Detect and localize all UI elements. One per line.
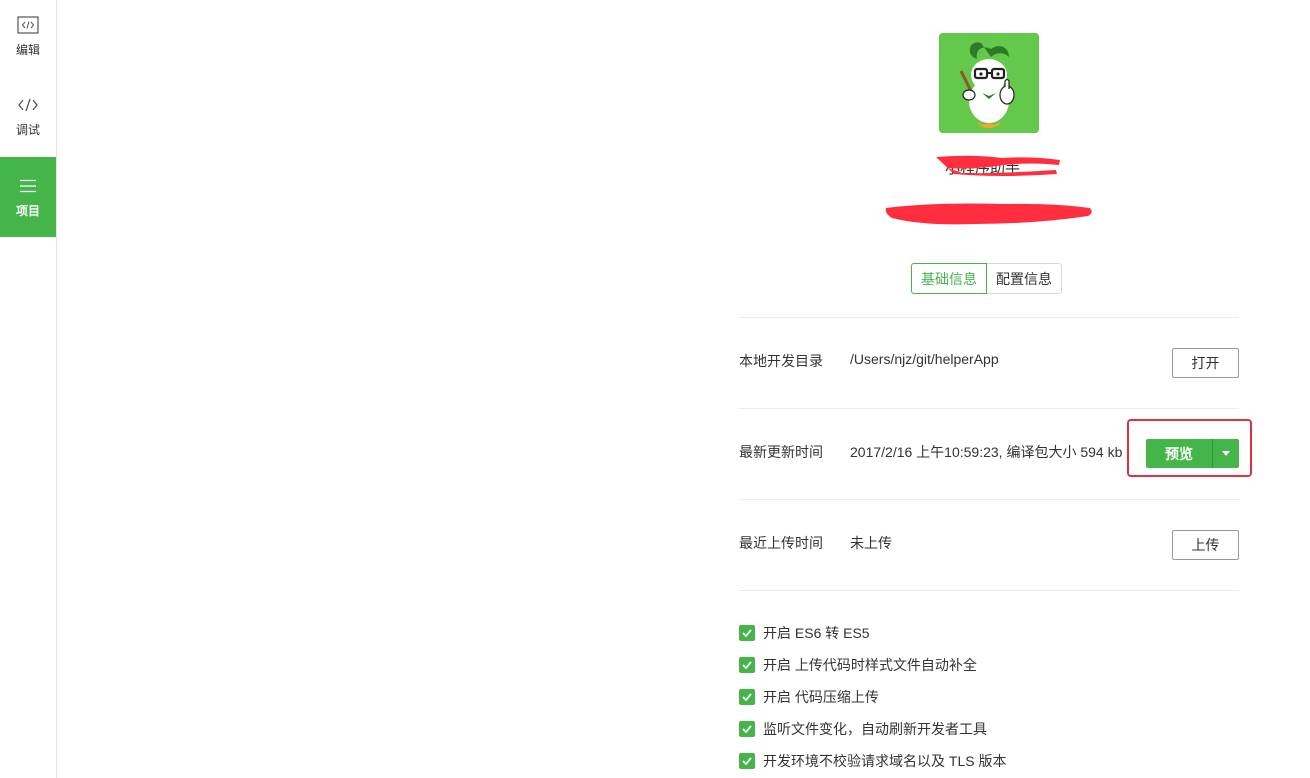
checkbox[interactable] xyxy=(739,721,755,737)
check-icon xyxy=(742,629,752,637)
option-es6-to-es5[interactable]: 开启 ES6 转 ES5 xyxy=(739,623,870,643)
divider xyxy=(739,499,1239,500)
option-minify-upload[interactable]: 开启 代码压缩上传 xyxy=(739,687,879,707)
check-icon xyxy=(742,757,752,765)
check-icon xyxy=(742,693,752,701)
code-brackets-icon xyxy=(17,95,39,115)
local-dir-value: /Users/njz/git/helperApp xyxy=(850,351,999,367)
checkbox[interactable] xyxy=(739,625,755,641)
sidebar-item-label: 编辑 xyxy=(15,42,40,57)
divider xyxy=(739,408,1239,409)
sidebar-item-label: 项目 xyxy=(15,203,40,218)
checkbox[interactable] xyxy=(739,689,755,705)
highlight-box xyxy=(1127,419,1252,477)
checkbox[interactable] xyxy=(739,657,755,673)
option-label: 开发环境不校验请求域名以及 TLS 版本 xyxy=(763,753,1007,769)
checkbox[interactable] xyxy=(739,753,755,769)
open-button[interactable]: 打开 xyxy=(1172,348,1239,378)
option-label: 监听文件变化，自动刷新开发者工具 xyxy=(763,721,987,737)
option-skip-domain-check[interactable]: 开发环境不校验请求域名以及 TLS 版本 xyxy=(739,751,1006,771)
redaction-mark xyxy=(936,155,1060,176)
tab-config-info[interactable]: 配置信息 xyxy=(987,263,1062,294)
last-update-value: 2017/2/16 上午10:59:23, 编译包大小 594 kb xyxy=(850,444,1123,460)
divider xyxy=(739,590,1239,591)
info-tabs: 基础信息 配置信息 xyxy=(911,263,1062,294)
option-label: 开启 代码压缩上传 xyxy=(763,689,879,705)
option-label: 开启 ES6 转 ES5 xyxy=(763,625,870,641)
option-style-autoprefix[interactable]: 开启 上传代码时样式文件自动补全 xyxy=(739,655,977,675)
sidebar: 编辑 调试 项目 xyxy=(0,0,57,778)
menu-lines-icon xyxy=(19,176,37,196)
last-update-label: 最新更新时间 xyxy=(739,444,823,460)
check-icon xyxy=(742,725,752,733)
duck-mascot-icon xyxy=(939,33,1039,133)
option-label: 开启 上传代码时样式文件自动补全 xyxy=(763,657,977,673)
divider xyxy=(739,317,1239,318)
sidebar-item-debug[interactable]: 调试 xyxy=(0,76,56,156)
sidebar-item-edit[interactable]: 编辑 xyxy=(0,0,56,72)
redaction-mark xyxy=(885,203,1092,225)
sidebar-item-label: 调试 xyxy=(15,122,40,137)
project-avatar xyxy=(939,33,1039,133)
last-upload-value: 未上传 xyxy=(850,535,892,551)
tab-basic-info[interactable]: 基础信息 xyxy=(911,263,987,294)
check-icon xyxy=(742,661,752,669)
sidebar-item-project[interactable]: 项目 xyxy=(0,157,56,237)
option-watch-files[interactable]: 监听文件变化，自动刷新开发者工具 xyxy=(739,719,987,739)
local-dir-label: 本地开发目录 xyxy=(739,353,823,369)
code-file-icon xyxy=(17,15,39,35)
upload-button[interactable]: 上传 xyxy=(1172,530,1239,560)
last-upload-label: 最近上传时间 xyxy=(739,535,823,551)
